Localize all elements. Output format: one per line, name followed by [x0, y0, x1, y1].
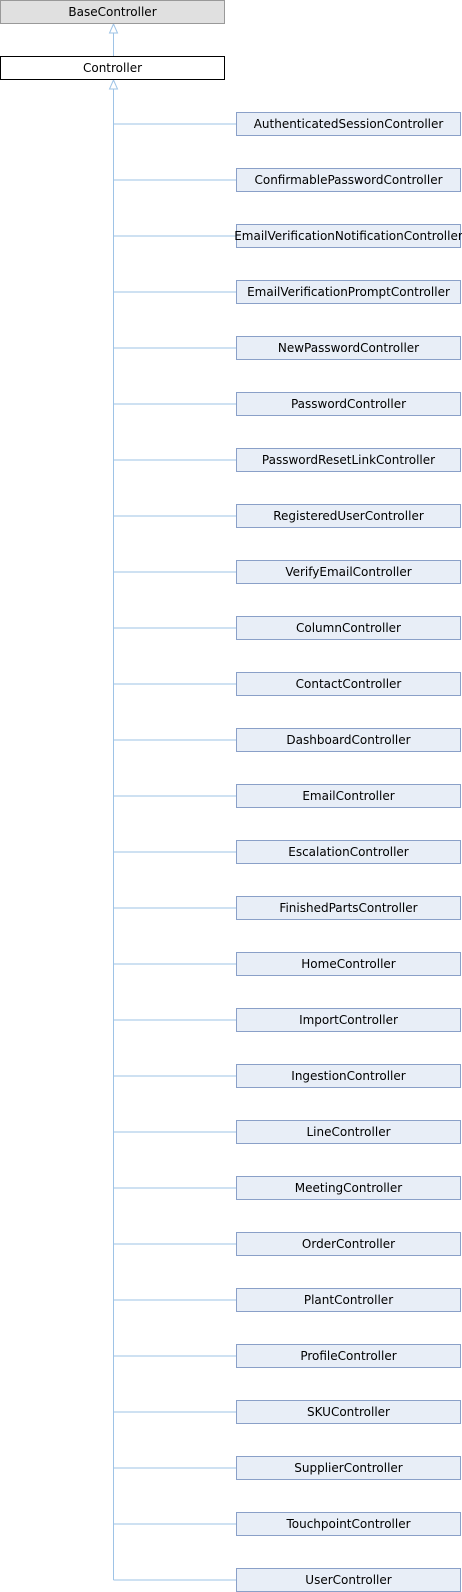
node-password-reset-link-controller-label: PasswordResetLinkController	[262, 453, 435, 467]
node-email-verification-prompt-controller[interactable]: EmailVerificationPromptController	[236, 280, 461, 304]
inheritance-diagram: BaseController Controller AuthenticatedS…	[0, 0, 462, 1592]
node-sku-controller[interactable]: SKUController	[236, 1400, 461, 1424]
node-meeting-controller-label: MeetingController	[295, 1181, 402, 1195]
node-import-controller[interactable]: ImportController	[236, 1008, 461, 1032]
arrowhead-controller	[108, 78, 119, 90]
node-registered-user-controller[interactable]: RegisteredUserController	[236, 504, 461, 528]
node-line-controller[interactable]: LineController	[236, 1120, 461, 1144]
node-confirmable-password-controller[interactable]: ConfirmablePasswordController	[236, 168, 461, 192]
node-confirmable-password-controller-label: ConfirmablePasswordController	[254, 173, 442, 187]
node-user-controller[interactable]: UserController	[236, 1568, 461, 1592]
node-finished-parts-controller-label: FinishedPartsController	[279, 901, 417, 915]
node-home-controller-label: HomeController	[301, 957, 396, 971]
node-verify-email-controller[interactable]: VerifyEmailController	[236, 560, 461, 584]
node-password-controller[interactable]: PasswordController	[236, 392, 461, 416]
node-touchpoint-controller[interactable]: TouchpointController	[236, 1512, 461, 1536]
node-verify-email-controller-label: VerifyEmailController	[285, 565, 411, 579]
node-line-controller-label: LineController	[306, 1125, 390, 1139]
node-ingestion-controller-label: IngestionController	[291, 1069, 405, 1083]
node-email-verification-prompt-controller-label: EmailVerificationPromptController	[247, 285, 450, 299]
node-new-password-controller[interactable]: NewPasswordController	[236, 336, 461, 360]
node-contact-controller-label: ContactController	[296, 677, 402, 691]
node-escalation-controller-label: EscalationController	[288, 845, 409, 859]
node-column-controller[interactable]: ColumnController	[236, 616, 461, 640]
node-user-controller-label: UserController	[305, 1573, 391, 1587]
node-contact-controller[interactable]: ContactController	[236, 672, 461, 696]
node-base-controller[interactable]: BaseController	[0, 0, 225, 24]
node-email-controller-label: EmailController	[302, 789, 394, 803]
node-base-controller-label: BaseController	[68, 5, 156, 19]
node-escalation-controller[interactable]: EscalationController	[236, 840, 461, 864]
node-ingestion-controller[interactable]: IngestionController	[236, 1064, 461, 1088]
node-profile-controller-label: ProfileController	[300, 1349, 396, 1363]
node-controller[interactable]: Controller	[0, 56, 225, 80]
node-plant-controller-label: PlantController	[304, 1293, 393, 1307]
node-order-controller[interactable]: OrderController	[236, 1232, 461, 1256]
node-supplier-controller[interactable]: SupplierController	[236, 1456, 461, 1480]
node-profile-controller[interactable]: ProfileController	[236, 1344, 461, 1368]
node-authenticated-session-controller[interactable]: AuthenticatedSessionController	[236, 112, 461, 136]
node-home-controller[interactable]: HomeController	[236, 952, 461, 976]
node-password-reset-link-controller[interactable]: PasswordResetLinkController	[236, 448, 461, 472]
node-touchpoint-controller-label: TouchpointController	[285, 1517, 410, 1531]
node-plant-controller[interactable]: PlantController	[236, 1288, 461, 1312]
node-order-controller-label: OrderController	[302, 1237, 395, 1251]
arrowhead-base	[108, 22, 119, 34]
node-email-controller[interactable]: EmailController	[236, 784, 461, 808]
node-supplier-controller-label: SupplierController	[294, 1461, 403, 1475]
node-import-controller-label: ImportController	[299, 1013, 398, 1027]
node-meeting-controller[interactable]: MeetingController	[236, 1176, 461, 1200]
node-dashboard-controller[interactable]: DashboardController	[236, 728, 461, 752]
node-dashboard-controller-label: DashboardController	[286, 733, 410, 747]
node-finished-parts-controller[interactable]: FinishedPartsController	[236, 896, 461, 920]
node-password-controller-label: PasswordController	[291, 397, 406, 411]
node-sku-controller-label: SKUController	[307, 1405, 390, 1419]
node-email-verification-notification-controller-label: EmailVerificationNotificationController	[234, 229, 462, 243]
node-new-password-controller-label: NewPasswordController	[278, 341, 419, 355]
node-column-controller-label: ColumnController	[296, 621, 401, 635]
node-registered-user-controller-label: RegisteredUserController	[273, 509, 424, 523]
node-authenticated-session-controller-label: AuthenticatedSessionController	[254, 117, 444, 131]
inheritance-edges	[108, 22, 237, 1581]
node-controller-label: Controller	[83, 61, 142, 75]
child-nodes: AuthenticatedSessionController Confirmabl…	[234, 112, 462, 1592]
node-email-verification-notification-controller[interactable]: EmailVerificationNotificationController	[234, 224, 462, 248]
